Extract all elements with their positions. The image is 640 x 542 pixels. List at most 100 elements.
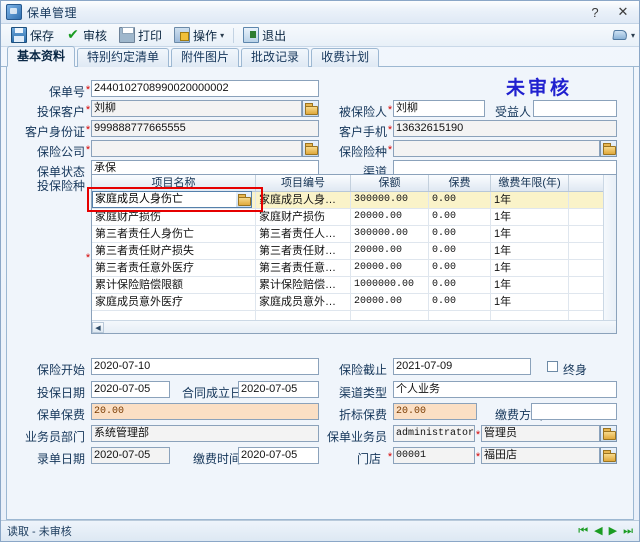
start-date-select[interactable]: 2020-07-10 [91,358,319,375]
cell-name[interactable]: 第三者责任财产损失 [92,243,256,259]
cell-fee[interactable]: 0.00 [429,209,491,225]
cell-amount[interactable]: 20000.00 [351,294,429,310]
tab-charge-plan[interactable]: 收费计划 [311,48,380,67]
std-premium-input[interactable]: 20.00 [393,403,477,420]
nav-prev-icon[interactable]: ◀ [594,525,602,537]
agent-lookup-icon[interactable] [600,425,617,442]
cell-name[interactable]: 累计保险赔偿限额 [92,277,256,293]
grid-header-fee[interactable]: 保费 [429,175,491,191]
cell-fee[interactable]: 0.00 [429,277,491,293]
cell-code[interactable]: 第三者责任意… [256,260,351,276]
insured-input[interactable]: 刘柳 [393,100,485,117]
cell-years[interactable]: 1年 [491,226,569,242]
agent-name-input[interactable]: 管理员 [481,425,600,442]
contract-date-select[interactable]: 2020-07-05 [238,381,319,398]
save-button[interactable]: 保存 [5,24,60,46]
cell-years[interactable]: 1年 [491,260,569,276]
nav-last-icon[interactable]: ⏭ [623,525,633,537]
cell-amount[interactable]: 1000000.00 [351,277,429,293]
cell-code[interactable]: 家庭成员意外… [256,294,351,310]
grid-header-years[interactable]: 缴费年限(年) [491,175,569,191]
tab-special-agreement[interactable]: 特别约定清单 [77,48,170,67]
cell-name[interactable]: 家庭成员意外医疗 [92,294,256,310]
lifetime-checkbox[interactable] [547,361,558,372]
cell-code[interactable]: 家庭成员人身… [256,192,351,208]
policy-no-input[interactable]: 2440102708990020000002 [91,80,319,97]
cell-code[interactable]: 累计保险赔偿… [256,277,351,293]
cell-extra[interactable] [569,260,606,276]
cell-fee[interactable]: 0.00 [429,294,491,310]
audit-button[interactable]: ✔ 审核 [60,24,113,46]
scroll-left-icon[interactable]: ◀ [92,321,104,333]
insurance-type-lookup-icon[interactable] [600,140,617,157]
channel-type-select[interactable]: 个人业务 [393,381,617,398]
tab-basic-info[interactable]: 基本资料 [7,46,76,67]
applicant-input[interactable]: 刘柳 [91,100,302,117]
help-button[interactable]: ? [581,3,609,21]
pay-time-select[interactable]: 2020-07-05 [238,447,319,464]
cell-code[interactable]: 第三者责任人… [256,226,351,242]
grid-horizontal-scrollbar[interactable]: ◀ [92,320,616,333]
grid-header-extra[interactable] [569,175,606,191]
operation-menu-button[interactable]: 操作 ▾ [168,24,230,46]
store-code-input[interactable]: 00001 [393,447,475,464]
mobile-input[interactable]: 13632615190 [393,120,617,137]
grid-header-code[interactable]: 项目编号 [256,175,351,191]
table-row[interactable]: 累计保险赔偿限额 累计保险赔偿… 1000000.00 0.00 1年 [92,277,616,294]
cell-amount[interactable]: 300000.00 [351,192,429,208]
insurance-company-input[interactable] [91,140,302,157]
cell-extra[interactable] [569,209,606,225]
table-row[interactable]: 第三者责任财产损失 第三者责任财… 20000.00 0.00 1年 [92,243,616,260]
help-chevron-down-icon[interactable]: ▾ [631,31,635,40]
grid-vertical-scrollbar[interactable] [603,175,616,321]
nav-first-icon[interactable]: ⏮ [578,525,588,537]
cell-name[interactable]: 第三者责任意外医疗 [92,260,256,276]
coverage-name-lookup-icon[interactable] [236,192,251,207]
premium-input[interactable]: 20.00 [91,403,319,420]
applicant-lookup-icon[interactable] [302,100,319,117]
cell-amount[interactable]: 20000.00 [351,260,429,276]
cell-amount[interactable]: 300000.00 [351,226,429,242]
close-button[interactable]: ✕ [609,3,637,21]
cell-name[interactable]: 第三者责任人身伤亡 [92,226,256,242]
insurance-company-lookup-icon[interactable] [302,140,319,157]
cell-amount[interactable]: 20000.00 [351,243,429,259]
print-button[interactable]: 打印 [113,24,168,46]
cell-extra[interactable] [569,192,606,208]
cell-extra[interactable] [569,226,606,242]
cell-years[interactable]: 1年 [491,192,569,208]
cell-years[interactable]: 1年 [491,294,569,310]
cell-fee[interactable]: 0.00 [429,226,491,242]
tab-endorsement-records[interactable]: 批改记录 [241,48,310,67]
cell-amount[interactable]: 20000.00 [351,209,429,225]
table-row[interactable]: 家庭成员意外医疗 家庭成员意外… 20000.00 0.00 1年 [92,294,616,311]
exit-button[interactable]: 退出 [237,24,292,46]
cell-extra[interactable] [569,243,606,259]
cell-years[interactable]: 1年 [491,277,569,293]
cell-extra[interactable] [569,294,606,310]
cell-code[interactable]: 家庭财产损伤 [256,209,351,225]
coverage-name-cell-editor[interactable]: 家庭成员人身伤亡 [92,191,252,208]
id-card-input[interactable]: 999888777665555 [91,120,319,137]
insurance-type-input[interactable] [393,140,600,157]
cell-code[interactable]: 第三者责任财… [256,243,351,259]
department-input[interactable]: 系统管理部 [91,425,319,442]
cell-extra[interactable] [569,277,606,293]
store-lookup-icon[interactable] [600,447,617,464]
cell-fee[interactable]: 0.00 [429,243,491,259]
cell-years[interactable]: 1年 [491,209,569,225]
agent-code-input[interactable]: administrator [393,425,475,442]
grid-header-amount[interactable]: 保额 [351,175,429,191]
cell-fee[interactable]: 0.00 [429,192,491,208]
apply-date-select[interactable]: 2020-07-05 [91,381,170,398]
table-row[interactable]: 家庭财产损伤 家庭财产损伤 20000.00 0.00 1年 [92,209,616,226]
cell-years[interactable]: 1年 [491,243,569,259]
store-name-input[interactable]: 福田店 [481,447,600,464]
cell-fee[interactable]: 0.00 [429,260,491,276]
nav-next-icon[interactable]: ▶ [609,525,617,537]
grid-header-name[interactable]: 项目名称 [92,175,256,191]
pay-mode-select[interactable] [531,403,617,420]
end-date-select[interactable]: 2021-07-09 [393,358,531,375]
tab-attachments[interactable]: 附件图片 [171,48,240,67]
beneficiary-input[interactable] [533,100,617,117]
